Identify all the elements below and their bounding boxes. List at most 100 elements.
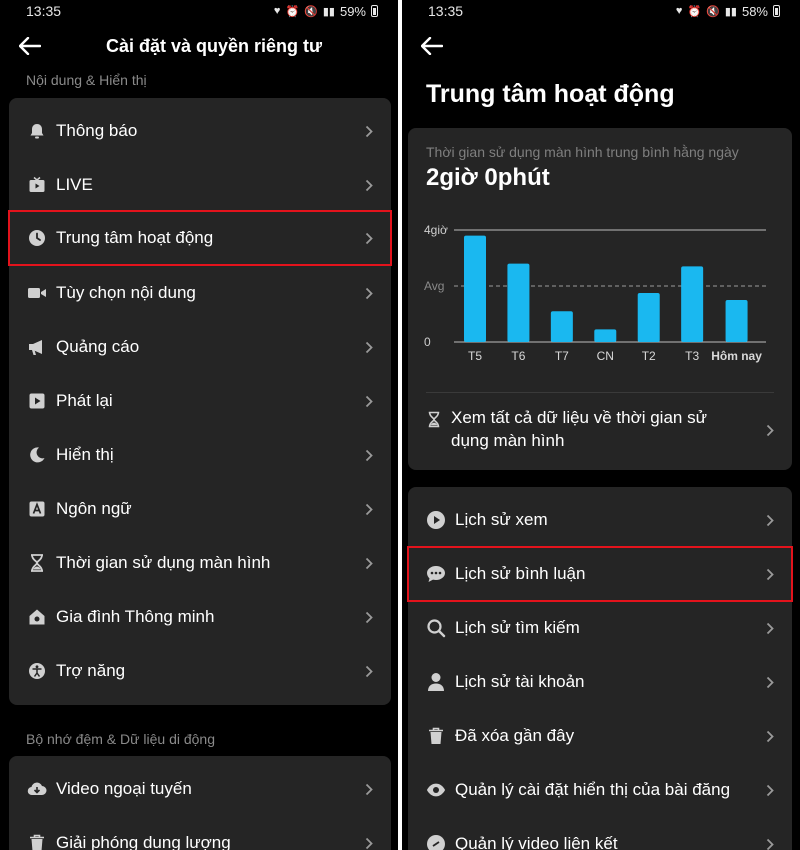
battery-level: 59% [339, 3, 366, 19]
activity-item-linked-videos[interactable]: Quản lý video liên kết [408, 817, 792, 850]
comment-icon [426, 564, 446, 584]
settings-item-label: Video ngoại tuyến [56, 779, 192, 798]
play-circle-icon [426, 510, 446, 530]
activity-item-search-history[interactable]: Lịch sử tìm kiếm [408, 601, 792, 655]
activity-item-recently-deleted[interactable]: Đã xóa gần đây [408, 709, 792, 763]
alarm-icon: ⏰ [285, 5, 300, 18]
section-label-cache-data: Bộ nhớ đệm & Dữ liệu di động [26, 731, 215, 747]
heart-icon: ♥ [273, 5, 281, 17]
settings-item-free-up-space[interactable]: Giải phóng dung lượng [9, 816, 391, 850]
signal-icon: ▮▮ [724, 5, 737, 18]
chevron-right-icon [764, 622, 776, 635]
hourglass-icon [27, 553, 47, 573]
chevron-right-icon [363, 287, 375, 300]
chevron-right-icon [764, 676, 776, 689]
battery-icon [371, 5, 378, 17]
view-all-screen-time-link[interactable]: Xem tất cả dữ liệu về thời gian sử dụng … [402, 402, 800, 462]
activity-item-post-visibility[interactable]: Quản lý cài đặt hiển thị của bài đăng [408, 763, 792, 817]
trash-icon [27, 833, 47, 850]
view-all-label: Xem tất cả dữ liệu về thời gian sử dụng … [451, 408, 707, 450]
page-title: Cài đặt và quyền riêng tư [105, 36, 323, 56]
chevron-right-icon [764, 514, 776, 527]
activity-item-watch-history[interactable]: Lịch sử xem [408, 493, 792, 547]
x-tick-label: CN [597, 349, 614, 363]
chevron-right-icon [363, 611, 375, 624]
settings-item-label: Gia đình Thông minh [56, 607, 215, 626]
settings-item-playback[interactable]: Phát lại [9, 374, 391, 428]
y-tick-label: 4giờ [424, 223, 448, 237]
settings-item-screen-time[interactable]: Thời gian sử dụng màn hình [9, 536, 391, 590]
x-tick-label: T7 [555, 349, 569, 363]
screen-time-average: 2giờ 0phút [426, 164, 550, 191]
settings-card: Thông báo LIVE Trung tâm hoạt động Tùy c… [8, 98, 392, 705]
bell-icon [27, 121, 47, 141]
settings-item-offline-videos[interactable]: Video ngoại tuyến [9, 762, 391, 816]
chart-bar [550, 311, 573, 342]
x-tick-label: T2 [642, 349, 656, 363]
settings-item-notifications[interactable]: Thông báo [9, 104, 391, 158]
settings-item-label: LIVE [56, 175, 93, 194]
activity-history-card: Lịch sử xem Lịch sử bình luận Lịch sử tì… [407, 487, 793, 850]
play-square-icon [27, 391, 47, 411]
status-time: 13:35 [428, 3, 464, 19]
settings-item-language[interactable]: Ngôn ngữ [9, 482, 391, 536]
x-tick-label: T3 [685, 349, 699, 363]
chevron-right-icon [363, 341, 375, 354]
chevron-right-icon [363, 837, 375, 850]
y-tick-label: Avg [424, 279, 444, 293]
activity-item-comment-history[interactable]: Lịch sử bình luận [407, 546, 793, 602]
settings-item-display[interactable]: Hiển thị [9, 428, 391, 482]
megaphone-icon [27, 337, 47, 357]
chevron-right-icon [363, 557, 375, 570]
divider [426, 392, 774, 393]
settings-item-label: Trung tâm hoạt động [56, 228, 214, 247]
activity-item-account-history[interactable]: Lịch sử tài khoản [408, 655, 792, 709]
chart-bar [594, 329, 617, 342]
status-bar: 13:35 ♥ ⏰ 🔇 ▮▮ 58% [402, 0, 800, 22]
signal-icon: ▮▮ [322, 5, 335, 18]
back-arrow-icon[interactable] [418, 33, 446, 59]
settings-item-label: Thời gian sử dụng màn hình [56, 553, 271, 572]
screen-time-caption: Thời gian sử dụng màn hình trung bình hằ… [426, 144, 739, 160]
chevron-right-icon [363, 449, 375, 462]
x-tick-label: T5 [468, 349, 482, 363]
chevron-right-icon [363, 783, 375, 796]
status-bar: 13:35 ♥ ⏰ 🔇 ▮▮ 59% [0, 0, 398, 22]
page-title: Trung tâm hoạt động [426, 80, 675, 108]
y-tick-label: 0 [424, 335, 431, 349]
link-icon [426, 834, 446, 850]
settings-item-content-preferences[interactable]: Tùy chọn nội dung [9, 266, 391, 320]
chart-bar [507, 263, 530, 342]
language-icon [27, 499, 47, 519]
chart-bar [464, 235, 486, 342]
section-label-content-display: Nội dung & Hiển thị [26, 72, 147, 88]
left-screen: 13:35 ♥ ⏰ 🔇 ▮▮ 59% Cài đặt và quyền riên… [0, 0, 398, 850]
accessibility-icon [27, 661, 47, 681]
trash-icon [426, 726, 446, 746]
eye-icon [426, 780, 446, 800]
live-icon [27, 175, 47, 195]
settings-item-ads[interactable]: Quảng cáo [9, 320, 391, 374]
settings-item-accessibility[interactable]: Trợ năng [9, 644, 391, 698]
settings-item-family-pairing[interactable]: Gia đình Thông minh [9, 590, 391, 644]
battery-level: 58% [741, 3, 768, 19]
x-tick-label: T6 [511, 349, 525, 363]
activity-item-label: Quản lý cài đặt hiển thị của bài đăng [455, 780, 731, 799]
settings-item-label: Quảng cáo [56, 337, 140, 356]
moon-icon [27, 445, 47, 465]
chevron-right-icon [363, 395, 375, 408]
settings-item-live[interactable]: LIVE [9, 158, 391, 212]
battery-icon [773, 5, 780, 17]
activity-item-label: Quản lý video liên kết [455, 834, 618, 850]
settings-item-label: Phát lại [56, 391, 113, 410]
activity-item-label: Lịch sử bình luận [455, 564, 586, 583]
person-icon [426, 672, 446, 692]
settings-item-activity-center[interactable]: Trung tâm hoạt động [8, 210, 392, 266]
house-icon [27, 607, 47, 627]
video-camera-icon [27, 283, 47, 303]
settings-item-label: Thông báo [56, 121, 138, 140]
cache-card: Video ngoại tuyến Giải phóng dung lượng [9, 756, 391, 850]
mute-icon: 🔇 [304, 5, 318, 18]
cloud-download-icon [27, 779, 47, 799]
heart-icon: ♥ [675, 5, 683, 17]
